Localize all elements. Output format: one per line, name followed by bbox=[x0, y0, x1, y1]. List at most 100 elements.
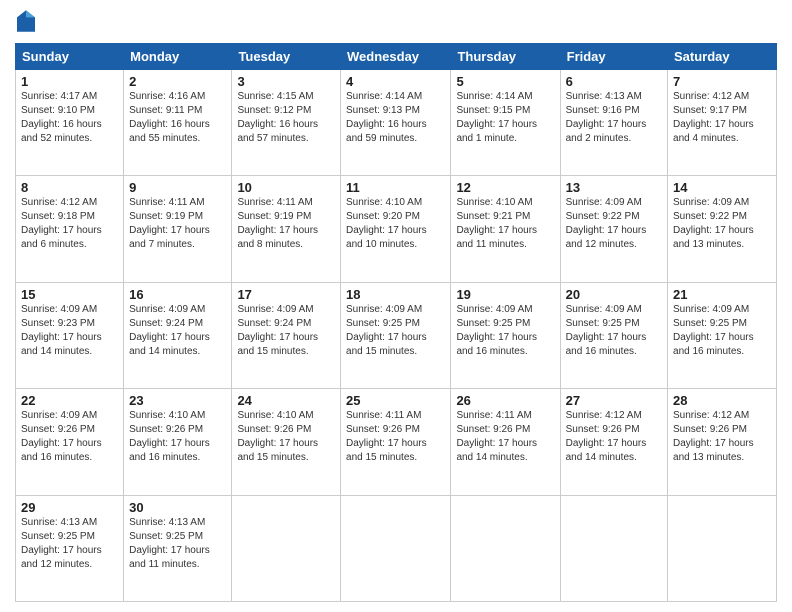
day-info: Sunrise: 4:11 AM Sunset: 9:19 PM Dayligh… bbox=[129, 196, 226, 252]
calendar-cell: 24Sunrise: 4:10 AM Sunset: 9:26 PM Dayli… bbox=[232, 389, 341, 495]
calendar-cell: 10Sunrise: 4:11 AM Sunset: 9:19 PM Dayli… bbox=[232, 176, 341, 282]
day-info: Sunrise: 4:09 AM Sunset: 9:22 PM Dayligh… bbox=[566, 196, 662, 252]
day-number: 19 bbox=[456, 287, 554, 302]
day-number: 3 bbox=[237, 74, 335, 89]
logo-icon bbox=[17, 10, 35, 32]
day-number: 2 bbox=[129, 74, 226, 89]
day-number: 13 bbox=[566, 180, 662, 195]
day-info: Sunrise: 4:10 AM Sunset: 9:26 PM Dayligh… bbox=[237, 409, 335, 465]
day-info: Sunrise: 4:12 AM Sunset: 9:18 PM Dayligh… bbox=[21, 196, 118, 252]
day-info: Sunrise: 4:12 AM Sunset: 9:26 PM Dayligh… bbox=[566, 409, 662, 465]
calendar-cell: 7Sunrise: 4:12 AM Sunset: 9:17 PM Daylig… bbox=[668, 70, 777, 176]
calendar-cell: 16Sunrise: 4:09 AM Sunset: 9:24 PM Dayli… bbox=[124, 282, 232, 388]
calendar-cell: 9Sunrise: 4:11 AM Sunset: 9:19 PM Daylig… bbox=[124, 176, 232, 282]
day-number: 12 bbox=[456, 180, 554, 195]
calendar-week-row: 8Sunrise: 4:12 AM Sunset: 9:18 PM Daylig… bbox=[16, 176, 777, 282]
day-number: 6 bbox=[566, 74, 662, 89]
calendar-cell: 20Sunrise: 4:09 AM Sunset: 9:25 PM Dayli… bbox=[560, 282, 667, 388]
day-info: Sunrise: 4:09 AM Sunset: 9:25 PM Dayligh… bbox=[456, 303, 554, 359]
day-info: Sunrise: 4:09 AM Sunset: 9:22 PM Dayligh… bbox=[673, 196, 771, 252]
day-number: 18 bbox=[346, 287, 445, 302]
calendar-cell: 17Sunrise: 4:09 AM Sunset: 9:24 PM Dayli… bbox=[232, 282, 341, 388]
day-number: 11 bbox=[346, 180, 445, 195]
day-number: 20 bbox=[566, 287, 662, 302]
calendar-week-row: 29Sunrise: 4:13 AM Sunset: 9:25 PM Dayli… bbox=[16, 495, 777, 601]
calendar-week-row: 1Sunrise: 4:17 AM Sunset: 9:10 PM Daylig… bbox=[16, 70, 777, 176]
calendar-cell: 25Sunrise: 4:11 AM Sunset: 9:26 PM Dayli… bbox=[341, 389, 451, 495]
calendar-cell: 2Sunrise: 4:16 AM Sunset: 9:11 PM Daylig… bbox=[124, 70, 232, 176]
calendar-cell: 4Sunrise: 4:14 AM Sunset: 9:13 PM Daylig… bbox=[341, 70, 451, 176]
day-info: Sunrise: 4:12 AM Sunset: 9:17 PM Dayligh… bbox=[673, 90, 771, 146]
day-info: Sunrise: 4:10 AM Sunset: 9:20 PM Dayligh… bbox=[346, 196, 445, 252]
calendar-cell: 22Sunrise: 4:09 AM Sunset: 9:26 PM Dayli… bbox=[16, 389, 124, 495]
day-info: Sunrise: 4:14 AM Sunset: 9:15 PM Dayligh… bbox=[456, 90, 554, 146]
calendar-cell: 1Sunrise: 4:17 AM Sunset: 9:10 PM Daylig… bbox=[16, 70, 124, 176]
day-info: Sunrise: 4:09 AM Sunset: 9:24 PM Dayligh… bbox=[129, 303, 226, 359]
calendar-cell: 27Sunrise: 4:12 AM Sunset: 9:26 PM Dayli… bbox=[560, 389, 667, 495]
calendar-cell: 6Sunrise: 4:13 AM Sunset: 9:16 PM Daylig… bbox=[560, 70, 667, 176]
day-info: Sunrise: 4:10 AM Sunset: 9:21 PM Dayligh… bbox=[456, 196, 554, 252]
logo bbox=[15, 10, 39, 37]
day-number: 24 bbox=[237, 393, 335, 408]
calendar-cell: 8Sunrise: 4:12 AM Sunset: 9:18 PM Daylig… bbox=[16, 176, 124, 282]
calendar-table: SundayMondayTuesdayWednesdayThursdayFrid… bbox=[15, 43, 777, 602]
day-number: 30 bbox=[129, 500, 226, 515]
calendar-cell: 23Sunrise: 4:10 AM Sunset: 9:26 PM Dayli… bbox=[124, 389, 232, 495]
day-info: Sunrise: 4:15 AM Sunset: 9:12 PM Dayligh… bbox=[237, 90, 335, 146]
calendar-cell: 3Sunrise: 4:15 AM Sunset: 9:12 PM Daylig… bbox=[232, 70, 341, 176]
header bbox=[15, 10, 777, 37]
day-info: Sunrise: 4:11 AM Sunset: 9:26 PM Dayligh… bbox=[346, 409, 445, 465]
calendar-cell: 18Sunrise: 4:09 AM Sunset: 9:25 PM Dayli… bbox=[341, 282, 451, 388]
day-number: 8 bbox=[21, 180, 118, 195]
calendar-cell bbox=[232, 495, 341, 601]
day-number: 7 bbox=[673, 74, 771, 89]
calendar-cell: 28Sunrise: 4:12 AM Sunset: 9:26 PM Dayli… bbox=[668, 389, 777, 495]
day-info: Sunrise: 4:09 AM Sunset: 9:25 PM Dayligh… bbox=[346, 303, 445, 359]
calendar-cell: 14Sunrise: 4:09 AM Sunset: 9:22 PM Dayli… bbox=[668, 176, 777, 282]
day-number: 15 bbox=[21, 287, 118, 302]
calendar-page: SundayMondayTuesdayWednesdayThursdayFrid… bbox=[0, 0, 792, 612]
calendar-cell: 19Sunrise: 4:09 AM Sunset: 9:25 PM Dayli… bbox=[451, 282, 560, 388]
day-number: 10 bbox=[237, 180, 335, 195]
day-info: Sunrise: 4:10 AM Sunset: 9:26 PM Dayligh… bbox=[129, 409, 226, 465]
calendar-cell: 26Sunrise: 4:11 AM Sunset: 9:26 PM Dayli… bbox=[451, 389, 560, 495]
day-number: 9 bbox=[129, 180, 226, 195]
day-info: Sunrise: 4:14 AM Sunset: 9:13 PM Dayligh… bbox=[346, 90, 445, 146]
calendar-header-row: SundayMondayTuesdayWednesdayThursdayFrid… bbox=[16, 44, 777, 70]
day-number: 14 bbox=[673, 180, 771, 195]
day-info: Sunrise: 4:11 AM Sunset: 9:19 PM Dayligh… bbox=[237, 196, 335, 252]
calendar-cell: 15Sunrise: 4:09 AM Sunset: 9:23 PM Dayli… bbox=[16, 282, 124, 388]
calendar-cell: 13Sunrise: 4:09 AM Sunset: 9:22 PM Dayli… bbox=[560, 176, 667, 282]
calendar-week-row: 15Sunrise: 4:09 AM Sunset: 9:23 PM Dayli… bbox=[16, 282, 777, 388]
day-number: 1 bbox=[21, 74, 118, 89]
day-number: 28 bbox=[673, 393, 771, 408]
day-info: Sunrise: 4:09 AM Sunset: 9:23 PM Dayligh… bbox=[21, 303, 118, 359]
weekday-header-wednesday: Wednesday bbox=[341, 44, 451, 70]
day-number: 4 bbox=[346, 74, 445, 89]
day-info: Sunrise: 4:09 AM Sunset: 9:25 PM Dayligh… bbox=[673, 303, 771, 359]
calendar-cell bbox=[341, 495, 451, 601]
calendar-cell bbox=[668, 495, 777, 601]
calendar-cell: 12Sunrise: 4:10 AM Sunset: 9:21 PM Dayli… bbox=[451, 176, 560, 282]
day-info: Sunrise: 4:16 AM Sunset: 9:11 PM Dayligh… bbox=[129, 90, 226, 146]
day-info: Sunrise: 4:09 AM Sunset: 9:26 PM Dayligh… bbox=[21, 409, 118, 465]
calendar-cell: 11Sunrise: 4:10 AM Sunset: 9:20 PM Dayli… bbox=[341, 176, 451, 282]
day-number: 17 bbox=[237, 287, 335, 302]
calendar-cell bbox=[451, 495, 560, 601]
calendar-cell: 21Sunrise: 4:09 AM Sunset: 9:25 PM Dayli… bbox=[668, 282, 777, 388]
day-number: 5 bbox=[456, 74, 554, 89]
day-number: 21 bbox=[673, 287, 771, 302]
weekday-header-tuesday: Tuesday bbox=[232, 44, 341, 70]
day-info: Sunrise: 4:13 AM Sunset: 9:25 PM Dayligh… bbox=[129, 516, 226, 572]
day-info: Sunrise: 4:13 AM Sunset: 9:25 PM Dayligh… bbox=[21, 516, 118, 572]
day-number: 25 bbox=[346, 393, 445, 408]
day-info: Sunrise: 4:12 AM Sunset: 9:26 PM Dayligh… bbox=[673, 409, 771, 465]
weekday-header-thursday: Thursday bbox=[451, 44, 560, 70]
day-info: Sunrise: 4:09 AM Sunset: 9:25 PM Dayligh… bbox=[566, 303, 662, 359]
day-info: Sunrise: 4:11 AM Sunset: 9:26 PM Dayligh… bbox=[456, 409, 554, 465]
weekday-header-monday: Monday bbox=[124, 44, 232, 70]
calendar-cell bbox=[560, 495, 667, 601]
day-info: Sunrise: 4:17 AM Sunset: 9:10 PM Dayligh… bbox=[21, 90, 118, 146]
day-number: 23 bbox=[129, 393, 226, 408]
calendar-cell: 30Sunrise: 4:13 AM Sunset: 9:25 PM Dayli… bbox=[124, 495, 232, 601]
